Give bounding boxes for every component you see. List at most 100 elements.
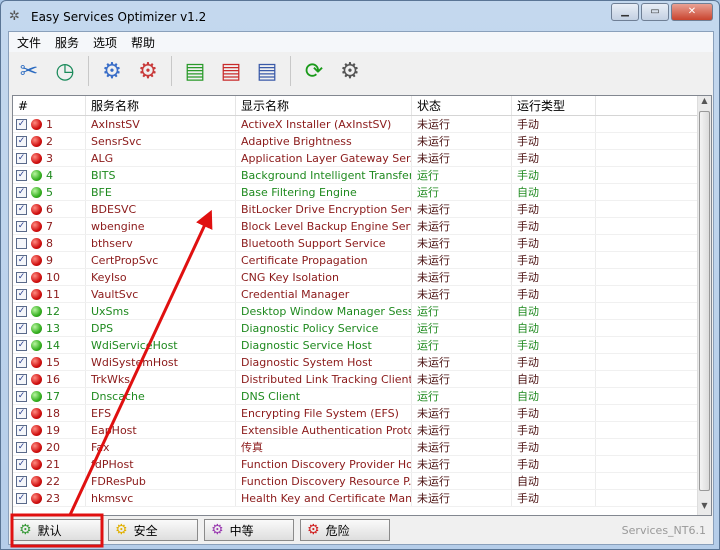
minimize-button[interactable]: ▁ [611, 3, 639, 21]
table-row[interactable]: ✓ 20 Fax 传真 未运行 手动 [13, 439, 711, 456]
row-checkbox[interactable]: ✓ [16, 152, 27, 164]
row-checkbox[interactable]: ✓ [16, 390, 27, 402]
row-checkbox[interactable]: ✓ [16, 322, 27, 334]
column-header[interactable]: 服务名称 [86, 96, 236, 115]
row-checkbox[interactable]: ✓ [16, 339, 27, 351]
row-checkbox[interactable]: ✓ [16, 254, 27, 266]
row-number: 23 [46, 491, 60, 505]
table-row[interactable]: ✓ 17 Dnscache DNS Client 运行 自动 [13, 388, 711, 405]
empty-cell [596, 269, 699, 285]
preset-button-4[interactable]: ⚙ 危险 [300, 519, 390, 541]
table-row[interactable]: ✓ 1 AxInstSV ActiveX Installer (AxInstSV) 未运… [13, 116, 711, 133]
table-row[interactable]: ✓ 13 DPS Diagnostic Policy Service 运行 自动 [13, 320, 711, 337]
row-checkbox[interactable]: ✓ [16, 305, 27, 317]
row-checkbox[interactable]: ✓ [16, 135, 27, 147]
row-index-cell: ✓ 14 [13, 337, 86, 353]
preset-button-2[interactable]: ⚙ 安全 [108, 519, 198, 541]
empty-cell [596, 184, 699, 200]
row-checkbox[interactable]: ✓ [16, 169, 27, 181]
row-number: 9 [46, 253, 53, 267]
row-checkbox[interactable]: ✓ [16, 407, 27, 419]
row-checkbox[interactable]: ✓ [16, 186, 27, 198]
table-row[interactable]: ✓ 12 UxSms Desktop Window Manager Sess... 运行… [13, 303, 711, 320]
row-index-cell: ✓ 22 [13, 473, 86, 489]
list-settings-button[interactable]: ▤ [251, 55, 283, 87]
table-row[interactable]: ✓7wbengineBlock Level Backup Engine Serv… [13, 218, 711, 235]
table-row[interactable]: ✓ 15 WdiSystemHost Diagnostic System Host 未运… [13, 354, 711, 371]
gear-stop-button[interactable]: ⚙ [132, 55, 164, 87]
refresh-icon: ⟳ [304, 58, 324, 84]
vertical-scrollbar[interactable]: ▲ ▼ [697, 96, 711, 515]
preset-button-3[interactable]: ⚙ 中等 [204, 519, 294, 541]
gear-icon: ⚙ [307, 522, 320, 538]
menu-item[interactable]: 服务 [55, 34, 79, 51]
gears-button[interactable]: ⚙ [334, 55, 366, 87]
startup-type: 手动 [512, 218, 596, 234]
startup-type: 自动 [512, 388, 596, 404]
row-index-cell: ✓ 17 [13, 388, 86, 404]
display-name: Diagnostic Policy Service [236, 320, 412, 336]
row-checkbox[interactable]: ✓ [16, 492, 27, 504]
gear-start-button[interactable]: ⚙ [96, 55, 128, 87]
display-name: Desktop Window Manager Sess... [236, 303, 412, 319]
list-remove-button[interactable]: ▤ [215, 55, 247, 87]
display-name: Credential Manager [236, 286, 412, 302]
row-checkbox[interactable]: ✓ [16, 373, 27, 385]
list-add-button[interactable]: ▤ [179, 55, 211, 87]
table-row[interactable]: ✓ 21 fdPHost Function Discovery Provider Ho… [13, 456, 711, 473]
startup-type: 自动 [512, 184, 596, 200]
column-header[interactable]: 状态 [412, 96, 512, 115]
scroll-up-icon[interactable]: ▲ [698, 96, 711, 110]
refresh-button[interactable]: ⟳ [298, 55, 330, 87]
row-checkbox[interactable]: ✓ [16, 475, 27, 487]
table-row[interactable]: ✓ 2 SensrSvc Adaptive Brightness 未运行 手动 [13, 133, 711, 150]
preset-button-1[interactable]: ⚙ 默认 [12, 519, 102, 541]
table-row[interactable]: ✓ 18 EFS Encrypting File System (EFS) 未运行 手动 [13, 405, 711, 422]
tools-button[interactable]: ✂ [13, 55, 45, 87]
row-checkbox[interactable] [16, 237, 27, 249]
maximize-button[interactable]: ▭ [641, 3, 669, 21]
table-row[interactable]: ✓ 22 FDResPub Function Discovery Resource P… [13, 473, 711, 490]
table-row[interactable]: ✓ 23 hkmsvc Health Key and Certificate Man.… [13, 490, 711, 507]
service-name: ALG [86, 150, 236, 166]
column-header[interactable]: 显示名称 [236, 96, 412, 115]
row-checkbox[interactable]: ✓ [16, 288, 27, 300]
window-title: Easy Services Optimizer v1.2 [31, 10, 207, 24]
table-row[interactable]: ✓6BDESVCBitLocker Drive Encryption Servi… [13, 201, 711, 218]
row-checkbox[interactable]: ✓ [16, 441, 27, 453]
table-row[interactable]: ✓ 5 BFE Base Filtering Engine 运行 自动 [13, 184, 711, 201]
scroll-thumb[interactable] [699, 111, 710, 491]
row-checkbox[interactable]: ✓ [16, 118, 27, 130]
row-checkbox[interactable]: ✓ [16, 424, 27, 436]
table-row[interactable]: ✓ 14 WdiServiceHost Diagnostic Service Host… [13, 337, 711, 354]
menu-item[interactable]: 帮助 [131, 34, 155, 51]
table-row[interactable]: ✓ 10 KeyIso CNG Key Isolation 未运行 手动 [13, 269, 711, 286]
table-row[interactable]: 8 bthserv Bluetooth Support Service 未运行 手动 [13, 235, 711, 252]
table-row[interactable]: ✓ 3 ALG Application Layer Gateway Ser... 未运行… [13, 150, 711, 167]
service-status: 未运行 [412, 439, 512, 455]
menu-item[interactable]: 文件 [17, 34, 41, 51]
table-row[interactable]: ✓ 19 EapHost Extensible Authentication Prot… [13, 422, 711, 439]
toolbar-separator [290, 56, 291, 86]
menu-item[interactable]: 选项 [93, 34, 117, 51]
column-header[interactable]: 运行类型 [512, 96, 596, 115]
close-button[interactable]: ✕ [671, 3, 713, 21]
row-number: 1 [46, 117, 53, 131]
running-status-icon [31, 339, 42, 351]
scroll-down-icon[interactable]: ▼ [698, 501, 711, 515]
row-checkbox[interactable]: ✓ [16, 220, 27, 232]
row-checkbox[interactable]: ✓ [16, 458, 27, 470]
column-header[interactable] [596, 96, 699, 115]
table-row[interactable]: ✓ 16 TrkWks Distributed Link Tracking Clien… [13, 371, 711, 388]
list-add-icon: ▤ [184, 58, 206, 84]
column-header[interactable]: # [13, 96, 86, 115]
service-name: WdiServiceHost [86, 337, 236, 353]
empty-cell [596, 388, 699, 404]
row-checkbox[interactable]: ✓ [16, 271, 27, 283]
table-row[interactable]: ✓ 4 BITS Background Intelligent Transfer...… [13, 167, 711, 184]
row-checkbox[interactable]: ✓ [16, 356, 27, 368]
table-row[interactable]: ✓ 11 VaultSvc Credential Manager 未运行 手动 [13, 286, 711, 303]
clock-button[interactable]: ◷ [49, 55, 81, 87]
table-row[interactable]: ✓ 9 CertPropSvc Certificate Propagation 未运行手… [13, 252, 711, 269]
row-checkbox[interactable]: ✓ [16, 203, 27, 215]
